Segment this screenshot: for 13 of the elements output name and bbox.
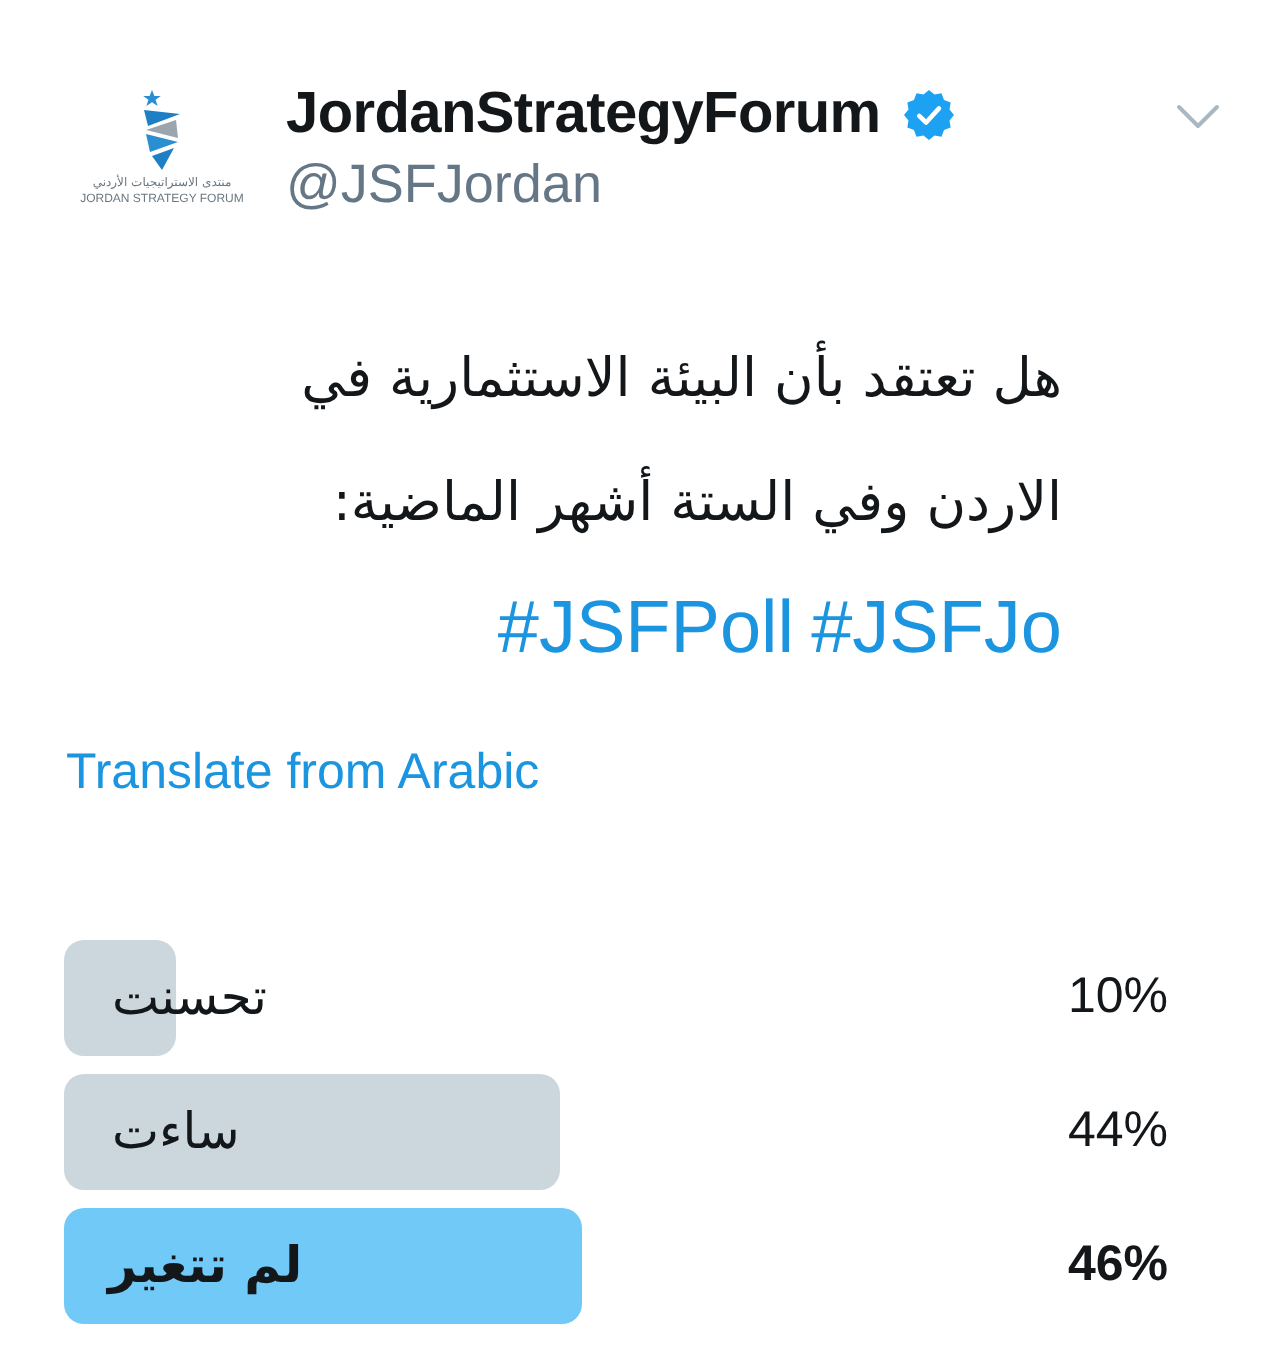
poll-option-label: تحسنت — [112, 966, 267, 1031]
hashtag-link[interactable]: #JSFJo — [811, 586, 1062, 668]
logo-icon — [140, 90, 184, 170]
poll-percent: 10% — [1067, 966, 1168, 1029]
account-name[interactable]: JordanStrategyForum — [286, 78, 881, 150]
hashtag-link[interactable]: #JSFPoll — [497, 586, 794, 668]
translate-link[interactable]: Translate from Arabic — [66, 744, 540, 800]
poll-option-label: ساءت — [112, 1100, 240, 1165]
poll-option-label: لم تتغير — [108, 1234, 303, 1299]
account-handle[interactable]: @JSFJordan — [286, 150, 602, 218]
chevron-down-icon[interactable] — [1176, 104, 1220, 130]
poll-percent: 44% — [1067, 1100, 1168, 1163]
poll-percent: 46% — [1067, 1234, 1168, 1297]
